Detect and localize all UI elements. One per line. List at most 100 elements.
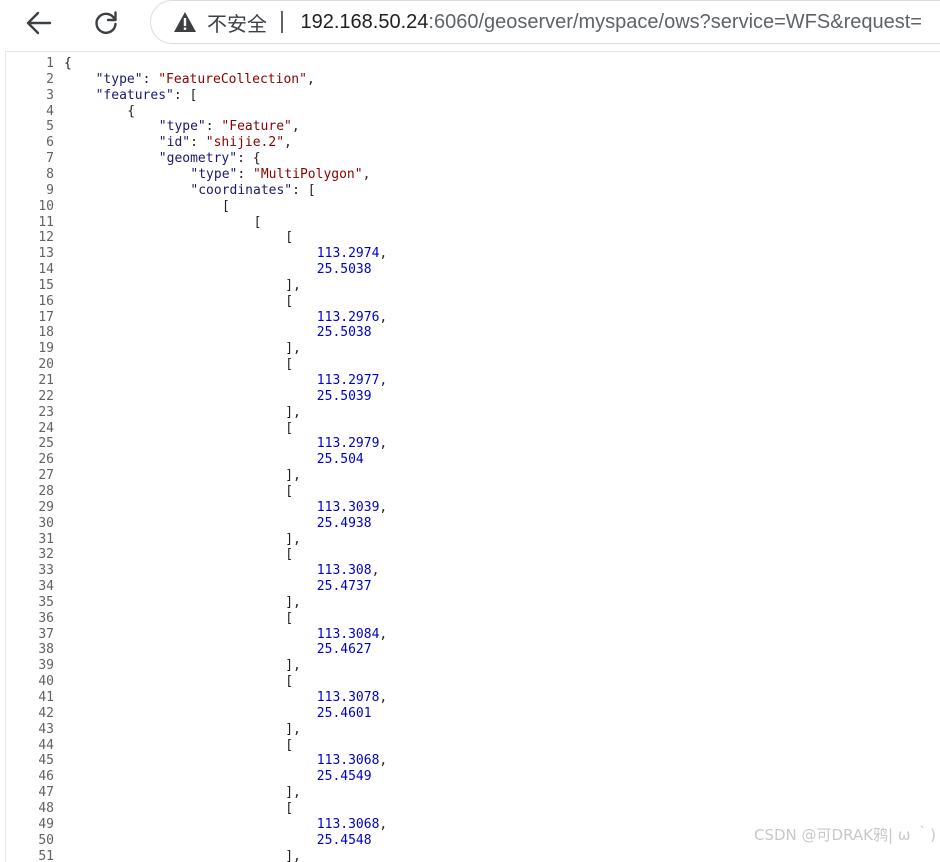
json-punct: [ <box>285 738 293 753</box>
json-key: "id" <box>159 135 190 150</box>
line-number: 9 <box>6 183 64 199</box>
line-number: 34 <box>6 579 64 595</box>
line-number: 45 <box>6 753 64 769</box>
line-code: ], <box>64 341 301 357</box>
line-code: [ <box>64 484 293 500</box>
json-punct: : <box>190 135 206 150</box>
json-punct: [ <box>285 611 293 626</box>
code-line: 24[ <box>6 421 936 437</box>
line-code: ], <box>64 405 301 421</box>
code-line: 2225.5039 <box>6 389 936 405</box>
line-code: 25.4601 <box>64 706 372 722</box>
security-status-label[interactable]: 不安全 <box>207 8 267 37</box>
line-code: ], <box>64 532 301 548</box>
code-line: 6"id": "shijie.2", <box>6 135 936 151</box>
code-line: 13113.2974, <box>6 246 936 262</box>
json-number: 113.3084 <box>317 627 380 642</box>
line-code: 25.4938 <box>64 516 372 532</box>
line-number: 49 <box>6 817 64 833</box>
line-number: 5 <box>6 119 64 135</box>
line-code: "coordinates": [ <box>64 183 316 199</box>
code-line: 28[ <box>6 484 936 500</box>
line-number: 19 <box>6 341 64 357</box>
line-code: [ <box>64 294 293 310</box>
line-code: 25.5038 <box>64 262 372 278</box>
json-number: 113.308 <box>317 563 372 578</box>
line-code: "type": "FeatureCollection", <box>64 72 315 88</box>
json-punct: ], <box>285 405 301 420</box>
json-punct: ], <box>285 595 301 610</box>
json-string: "Feature" <box>221 119 291 134</box>
line-code: ], <box>64 658 301 674</box>
line-code: 25.4549 <box>64 769 372 785</box>
line-code: "id": "shijie.2", <box>64 135 292 151</box>
line-code: ], <box>64 595 301 611</box>
json-punct: , <box>379 246 387 261</box>
line-code: [ <box>64 611 293 627</box>
json-key: "geometry" <box>159 151 237 166</box>
line-number: 37 <box>6 627 64 643</box>
json-punct: ], <box>285 532 301 547</box>
json-punct: , <box>284 135 292 150</box>
reload-button[interactable] <box>87 4 125 42</box>
code-line: 32[ <box>6 547 936 563</box>
json-number: 25.4737 <box>317 579 372 594</box>
json-punct: , <box>379 373 387 388</box>
json-string: "MultiPolygon" <box>253 167 363 182</box>
line-code: [ <box>64 801 293 817</box>
line-code: 25.4737 <box>64 579 372 595</box>
code-line: 26 25.504 <box>6 452 936 468</box>
line-number: 17 <box>6 310 64 326</box>
code-line: 23], <box>6 405 936 421</box>
json-number: 25.504 <box>317 452 364 467</box>
json-punct: ], <box>285 785 301 800</box>
line-code: { <box>64 56 72 72</box>
code-line: 20[ <box>6 357 936 373</box>
line-code: "features": [ <box>64 88 197 104</box>
line-code: 113.308, <box>64 563 379 579</box>
line-number: 22 <box>6 389 64 405</box>
line-number: 30 <box>6 516 64 532</box>
json-punct: [ <box>285 357 293 372</box>
json-punct: , <box>379 500 387 515</box>
line-number: 21 <box>6 373 64 389</box>
line-number: 41 <box>6 690 64 706</box>
json-punct: [ <box>285 230 293 245</box>
code-line: 33113.308, <box>6 563 936 579</box>
line-number: 10 <box>6 199 64 215</box>
warning-triangle-icon[interactable] <box>173 11 197 33</box>
code-line: 8"type": "MultiPolygon", <box>6 167 936 183</box>
json-viewer: 1{2"type": "FeatureCollection",3"feature… <box>5 51 940 862</box>
json-punct: ], <box>285 468 301 483</box>
line-number: 6 <box>6 135 64 151</box>
line-number: 18 <box>6 325 64 341</box>
line-code: { <box>64 104 135 120</box>
line-code: [ <box>64 738 293 754</box>
line-code: 113.2974, <box>64 246 387 262</box>
line-number: 26 <box>6 452 64 468</box>
back-button[interactable] <box>20 4 58 42</box>
code-line: 27], <box>6 468 936 484</box>
line-number: 24 <box>6 421 64 437</box>
line-number: 29 <box>6 500 64 516</box>
code-line: 3025.4938 <box>6 516 936 532</box>
json-punct: , <box>379 817 387 832</box>
code-line: 29113.3039, <box>6 500 936 516</box>
code-line: 11[ <box>6 215 936 231</box>
line-number: 46 <box>6 769 64 785</box>
json-number: 113.2977 <box>317 373 380 388</box>
line-code: [ <box>64 421 293 437</box>
url-text[interactable]: 192.168.50.24:6060/geoserver/myspace/ows… <box>301 11 922 34</box>
json-number: 113.3078 <box>317 690 380 705</box>
json-punct: , <box>379 627 387 642</box>
line-number: 1 <box>6 56 64 72</box>
address-bar[interactable]: 不安全 192.168.50.24:6060/geoserver/myspace… <box>150 0 940 44</box>
line-number: 23 <box>6 405 64 421</box>
json-punct: : [ <box>292 183 315 198</box>
json-punct: , <box>379 310 387 325</box>
json-punct: : <box>206 119 222 134</box>
code-line: 12[ <box>6 230 936 246</box>
code-line: 35], <box>6 595 936 611</box>
url-host: 192.168.50.24 <box>301 11 429 33</box>
line-code: "geometry": { <box>64 151 261 167</box>
